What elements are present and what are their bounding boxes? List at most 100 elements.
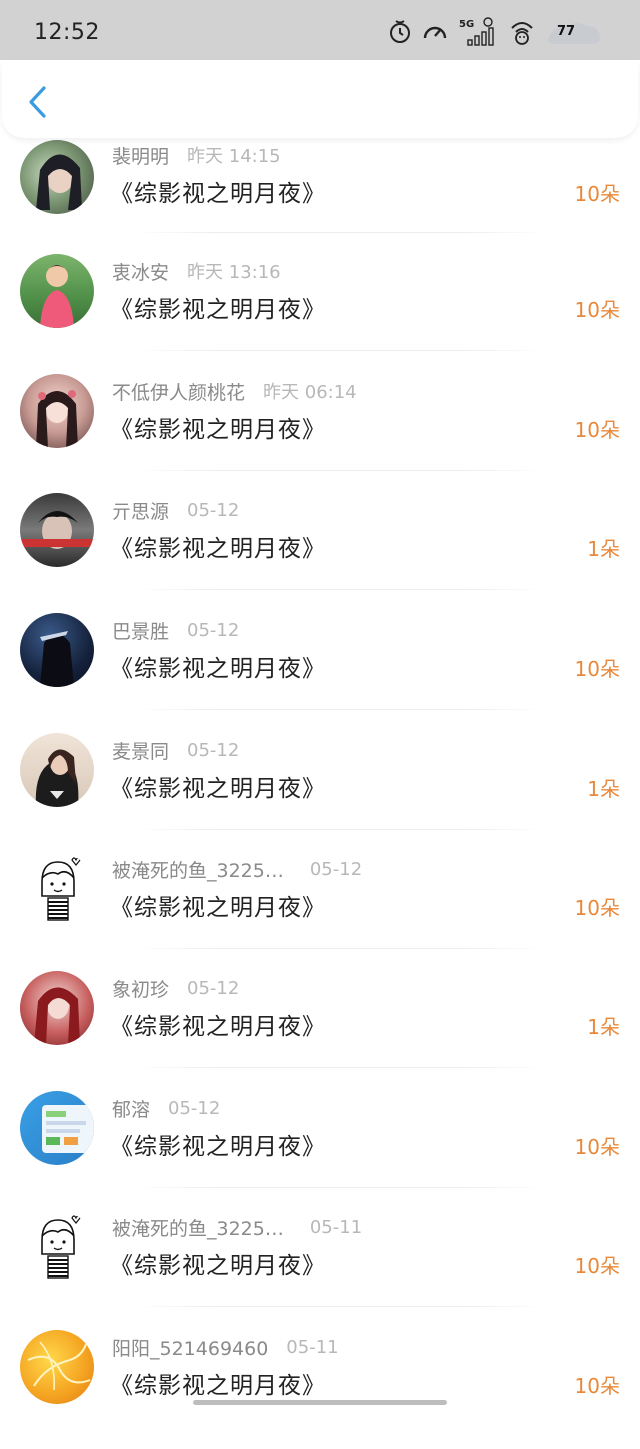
- flower-count: 10朵: [574, 1135, 620, 1159]
- username[interactable]: 郁溶: [112, 1095, 150, 1122]
- username[interactable]: 亓思源: [112, 497, 169, 524]
- item-meta: 被淹死的鱼_3225… 05-12: [112, 854, 362, 884]
- avatar[interactable]: [20, 493, 94, 567]
- list-item[interactable]: 象初珍 05-12 《综影视之明月夜》 1朵: [0, 971, 640, 1090]
- wifi-icon: [508, 16, 536, 50]
- item-meta: 裴明明 昨天 14:15: [112, 140, 281, 170]
- timestamp: 05-12: [168, 1097, 221, 1119]
- book-title[interactable]: 《综影视之明月夜》: [110, 769, 326, 803]
- divider: [135, 1187, 545, 1188]
- back-button[interactable]: [20, 82, 54, 122]
- book-title[interactable]: 《综影视之明月夜》: [110, 1127, 326, 1161]
- username[interactable]: 巴景胜: [112, 617, 169, 644]
- alarm-icon: [388, 18, 412, 48]
- divider: [135, 709, 545, 710]
- avatar[interactable]: [20, 733, 94, 807]
- timestamp: 05-12: [187, 739, 240, 761]
- avatar[interactable]: [20, 254, 94, 328]
- item-meta: 象初珍 05-12: [112, 973, 239, 1003]
- username[interactable]: 被淹死的鱼_3225…: [112, 856, 284, 883]
- avatar[interactable]: [20, 613, 94, 687]
- username[interactable]: 麦景同: [112, 737, 169, 764]
- book-title[interactable]: 《综影视之明月夜》: [110, 888, 326, 922]
- book-title[interactable]: 《综影视之明月夜》: [110, 174, 326, 208]
- avatar-image: [27, 1341, 91, 1391]
- avatar[interactable]: [20, 1330, 94, 1404]
- avatar-image: [40, 265, 74, 328]
- timestamp: 05-11: [309, 1216, 363, 1238]
- list-item[interactable]: 阳阳_521469460 05-11 《综影视之明月夜》 10朵: [0, 1330, 640, 1449]
- avatar-image: [41, 1215, 81, 1279]
- username[interactable]: 被淹死的鱼_3225…: [112, 1214, 284, 1241]
- battery-icon: 77: [546, 18, 602, 48]
- list-item[interactable]: 麦景同 05-12 《综影视之明月夜》 1朵: [0, 733, 640, 852]
- gift-record-list: 裴明明 昨天 14:15 《综影视之明月夜》 10朵 衷冰安 昨天 13:16 …: [0, 0, 640, 1408]
- timestamp: 昨天 13:16: [187, 262, 281, 283]
- speed-icon: [422, 20, 448, 46]
- avatar[interactable]: [20, 852, 94, 926]
- avatar-image: [40, 631, 74, 687]
- home-indicator: [193, 1400, 447, 1405]
- item-meta: 衷冰安 昨天 13:16: [112, 256, 281, 286]
- top-navigation-bar: [2, 60, 638, 138]
- timestamp: 05-11: [286, 1336, 339, 1358]
- chevron-left-icon: [29, 86, 46, 118]
- timestamp: 05-12: [187, 499, 240, 521]
- item-meta: 不低伊人颜桃花 昨天 06:14: [112, 376, 357, 406]
- avatar-image: [36, 154, 82, 210]
- book-title[interactable]: 《综影视之明月夜》: [110, 529, 326, 563]
- flower-count: 1朵: [587, 1015, 620, 1039]
- avatar[interactable]: [20, 1210, 94, 1284]
- list-item[interactable]: 郁溶 05-12 《综影视之明月夜》 10朵: [0, 1091, 640, 1210]
- username[interactable]: 不低伊人颜桃花: [112, 378, 245, 405]
- status-icons: 5G 77: [388, 16, 602, 50]
- flower-count: 10朵: [574, 182, 620, 206]
- username[interactable]: 阳阳_521469460: [112, 1334, 268, 1361]
- item-meta: 被淹死的鱼_3225… 05-11: [112, 1212, 362, 1242]
- book-title[interactable]: 《综影视之明月夜》: [110, 290, 326, 324]
- flower-count: 10朵: [574, 1374, 620, 1398]
- list-item[interactable]: 裴明明 昨天 14:15 《综影视之明月夜》 10朵: [0, 140, 640, 259]
- flower-count: 1朵: [587, 537, 620, 561]
- divider: [135, 1306, 545, 1307]
- status-bar: 12:52 5G 77: [0, 0, 640, 60]
- book-title[interactable]: 《综影视之明月夜》: [110, 1246, 326, 1280]
- divider: [135, 1067, 545, 1068]
- book-title[interactable]: 《综影视之明月夜》: [110, 649, 326, 683]
- book-title[interactable]: 《综影视之明月夜》: [110, 1366, 326, 1400]
- timestamp: 05-12: [309, 858, 363, 880]
- flower-count: 10朵: [574, 657, 620, 681]
- list-item[interactable]: 衷冰安 昨天 13:16 《综影视之明月夜》 10朵: [0, 254, 640, 373]
- list-item[interactable]: 亓思源 05-12 《综影视之明月夜》 1朵: [0, 493, 640, 612]
- avatar[interactable]: [20, 1091, 94, 1165]
- flower-count: 10朵: [574, 298, 620, 322]
- username[interactable]: 衷冰安: [112, 258, 169, 285]
- list-item[interactable]: 被淹死的鱼_3225… 05-11 《综影视之明月夜》 10朵: [0, 1210, 640, 1329]
- timestamp: 昨天 06:14: [263, 382, 357, 403]
- username[interactable]: 象初珍: [112, 975, 169, 1002]
- avatar[interactable]: [20, 971, 94, 1045]
- status-time: 12:52: [34, 20, 100, 45]
- divider: [135, 589, 545, 590]
- list-item[interactable]: 巴景胜 05-12 《综影视之明月夜》 10朵: [0, 613, 640, 732]
- avatar-image: [42, 1105, 94, 1153]
- avatar[interactable]: [20, 374, 94, 448]
- divider: [135, 948, 545, 949]
- list-item[interactable]: 被淹死的鱼_3225… 05-12 《综影视之明月夜》 10朵: [0, 852, 640, 971]
- book-title[interactable]: 《综影视之明月夜》: [110, 410, 326, 444]
- list-item[interactable]: 不低伊人颜桃花 昨天 06:14 《综影视之明月夜》 10朵: [0, 374, 640, 493]
- battery-level: 77: [556, 24, 576, 39]
- flower-count: 10朵: [574, 896, 620, 920]
- divider: [135, 350, 545, 351]
- avatar-image: [36, 390, 78, 448]
- book-title[interactable]: 《综影视之明月夜》: [110, 1007, 326, 1041]
- avatar-image: [20, 511, 94, 549]
- avatar-image: [41, 857, 81, 921]
- timestamp: 05-12: [187, 977, 240, 999]
- divider: [135, 470, 545, 471]
- avatar-image: [35, 749, 79, 807]
- divider: [135, 829, 545, 830]
- item-meta: 郁溶 05-12: [112, 1093, 220, 1123]
- avatar[interactable]: [20, 140, 94, 214]
- username[interactable]: 裴明明: [112, 142, 169, 169]
